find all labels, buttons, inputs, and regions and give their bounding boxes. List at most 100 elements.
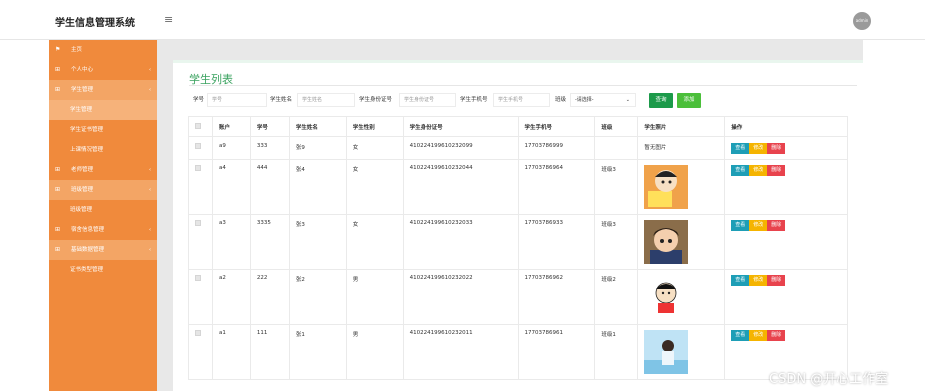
sidebar-item-label: 学生证书管理 xyxy=(70,127,104,133)
delete-button[interactable]: 删除 xyxy=(767,275,786,286)
table-cell xyxy=(594,136,639,160)
student-name-input[interactable]: 学生姓名 xyxy=(297,93,355,107)
sidebar-item-label: 老师管理 xyxy=(71,167,94,173)
column-header: 学号 xyxy=(249,116,290,137)
table-cell: 410224199610232033 xyxy=(402,214,519,270)
column-header: 学生照片 xyxy=(637,116,726,137)
sidebar-subitem-attendance[interactable]: 上课情况管理 xyxy=(49,140,157,160)
phone-label: 学生手机号 xyxy=(460,97,488,103)
table-cell: 17703786933 xyxy=(517,214,596,270)
view-button[interactable]: 查看 xyxy=(731,275,750,286)
sidebar-item-label: 个人中心 xyxy=(71,67,94,73)
sidebar-subitem-certificate[interactable]: 学生证书管理 xyxy=(49,120,157,140)
table-row: a9 333 张9 女 410224199610232099 177037869… xyxy=(188,136,848,160)
sidebar-item-dorm[interactable]: ⊞ 宿舍信息管理 ‹ xyxy=(49,220,157,240)
delete-button[interactable]: 删除 xyxy=(767,165,786,176)
grid-icon: ⊞ xyxy=(55,246,61,253)
edit-button[interactable]: 修改 xyxy=(749,330,768,341)
row-select-cell[interactable] xyxy=(188,214,213,270)
sidebar-subitem-class[interactable]: 班级管理 xyxy=(49,200,157,220)
sidebar-item-personal[interactable]: ⊞ 个人中心 ‹ xyxy=(49,60,157,80)
edit-button[interactable]: 修改 xyxy=(749,165,768,176)
grid-icon: ⊞ xyxy=(55,66,61,73)
student-table: 账户 学号 学生姓名 学生性别 学生身份证号 学生手机号 班级 学生照片 操作 … xyxy=(188,116,848,380)
row-checkbox[interactable] xyxy=(195,143,201,149)
table-row: a4 444 张4 女 410224199610232044 177037869… xyxy=(188,159,848,215)
sidebar-item-class[interactable]: ⊞ 班级管理 ‹ xyxy=(49,180,157,200)
table-cell: 333 xyxy=(249,136,290,160)
edit-button[interactable]: 修改 xyxy=(749,143,768,154)
student-photo[interactable] xyxy=(644,275,689,319)
row-select-cell[interactable] xyxy=(188,136,213,160)
chevron-left-icon: ‹ xyxy=(149,67,151,73)
delete-button[interactable]: 删除 xyxy=(767,220,786,231)
row-checkbox[interactable] xyxy=(195,275,201,281)
photo-cell xyxy=(637,159,726,215)
student-photo[interactable] xyxy=(644,330,689,374)
table-row: a2 222 张2 男 410224199610232022 177037869… xyxy=(188,269,848,325)
sidebar-item-teacher[interactable]: ⊞ 老师管理 ‹ xyxy=(49,160,157,180)
chevron-left-icon: ‹ xyxy=(149,167,151,173)
phone-input[interactable]: 学生手机号 xyxy=(493,93,550,107)
row-checkbox[interactable] xyxy=(195,165,201,171)
table-cell: 张3 xyxy=(288,214,347,270)
table-cell: 410224199610232022 xyxy=(402,269,519,325)
table-cell: 男 xyxy=(345,324,404,380)
student-photo[interactable] xyxy=(644,220,689,264)
select-all-checkbox[interactable] xyxy=(195,122,201,129)
row-checkbox[interactable] xyxy=(195,220,201,226)
actions-cell: 查看 修改 删除 xyxy=(724,159,848,215)
table-cell: 张9 xyxy=(288,136,347,160)
student-name-label: 学生姓名 xyxy=(270,97,293,103)
row-select-cell[interactable] xyxy=(188,324,213,380)
view-button[interactable]: 查看 xyxy=(731,165,750,176)
edit-button[interactable]: 修改 xyxy=(749,275,768,286)
chevron-left-icon: ‹ xyxy=(149,187,151,193)
table-cell: 女 xyxy=(345,159,404,215)
view-button[interactable]: 查看 xyxy=(731,220,750,231)
top-bar: 学生信息管理系统 ≡ admin xyxy=(0,0,925,40)
view-button[interactable]: 查看 xyxy=(731,143,750,154)
chevron-down-icon: ⌄ xyxy=(625,97,630,103)
search-bar: 学号 学号 学生姓名 学生姓名 学生身份证号 学生身份证号 学生手机号 学生手机… xyxy=(0,93,925,109)
table-cell: 410224199610232099 xyxy=(402,136,519,160)
student-photo[interactable] xyxy=(644,165,689,209)
divider xyxy=(189,85,857,86)
idcard-label: 学生身份证号 xyxy=(359,97,393,103)
sidebar-item-label: 班级管理 xyxy=(71,187,94,193)
student-no-input[interactable]: 学号 xyxy=(207,93,267,107)
query-button[interactable]: 查询 xyxy=(649,93,673,108)
delete-button[interactable]: 删除 xyxy=(767,330,786,341)
table-cell: 暂无图片 xyxy=(637,136,726,160)
hamburger-icon[interactable]: ≡ xyxy=(164,13,173,26)
edit-button[interactable]: 修改 xyxy=(749,220,768,231)
table-cell: 444 xyxy=(249,159,290,215)
sidebar-item-label: 班级管理 xyxy=(70,207,93,213)
sidebar-item-basic-data[interactable]: ⊞ 基础数据管理 ‹ xyxy=(49,240,157,260)
flag-icon: ⚑ xyxy=(55,46,61,53)
table-header-row: 账户 学号 学生姓名 学生性别 学生身份证号 学生手机号 班级 学生照片 操作 xyxy=(188,116,848,137)
class-select[interactable]: -请选择- ⌄ xyxy=(570,93,636,107)
row-select-cell[interactable] xyxy=(188,269,213,325)
table-cell: 班级3 xyxy=(594,159,639,215)
row-select-cell[interactable] xyxy=(188,159,213,215)
idcard-input[interactable]: 学生身份证号 xyxy=(399,93,456,107)
select-all-header[interactable] xyxy=(188,116,213,137)
table-cell: 女 xyxy=(345,214,404,270)
add-button[interactable]: 添加 xyxy=(677,93,701,108)
view-button[interactable]: 查看 xyxy=(731,330,750,341)
sidebar-item-home[interactable]: ⚑ 主页 xyxy=(49,40,157,60)
table-cell: 17703786999 xyxy=(517,136,596,160)
table-cell: 111 xyxy=(249,324,290,380)
sidebar-subitem-cert-type[interactable]: 证书类型管理 xyxy=(49,260,157,280)
delete-button[interactable]: 删除 xyxy=(767,143,786,154)
column-header: 账户 xyxy=(211,116,251,137)
row-checkbox[interactable] xyxy=(195,330,201,336)
actions-cell: 查看 修改 删除 xyxy=(724,136,848,160)
sidebar-item-label: 上课情况管理 xyxy=(70,147,104,153)
avatar[interactable]: admin xyxy=(853,12,871,30)
table-cell: 班级1 xyxy=(594,324,639,380)
watermark: CSDN @开心工作室 xyxy=(769,372,889,387)
table-cell: 张2 xyxy=(288,269,347,325)
sidebar-item-label: 基础数据管理 xyxy=(71,247,105,253)
